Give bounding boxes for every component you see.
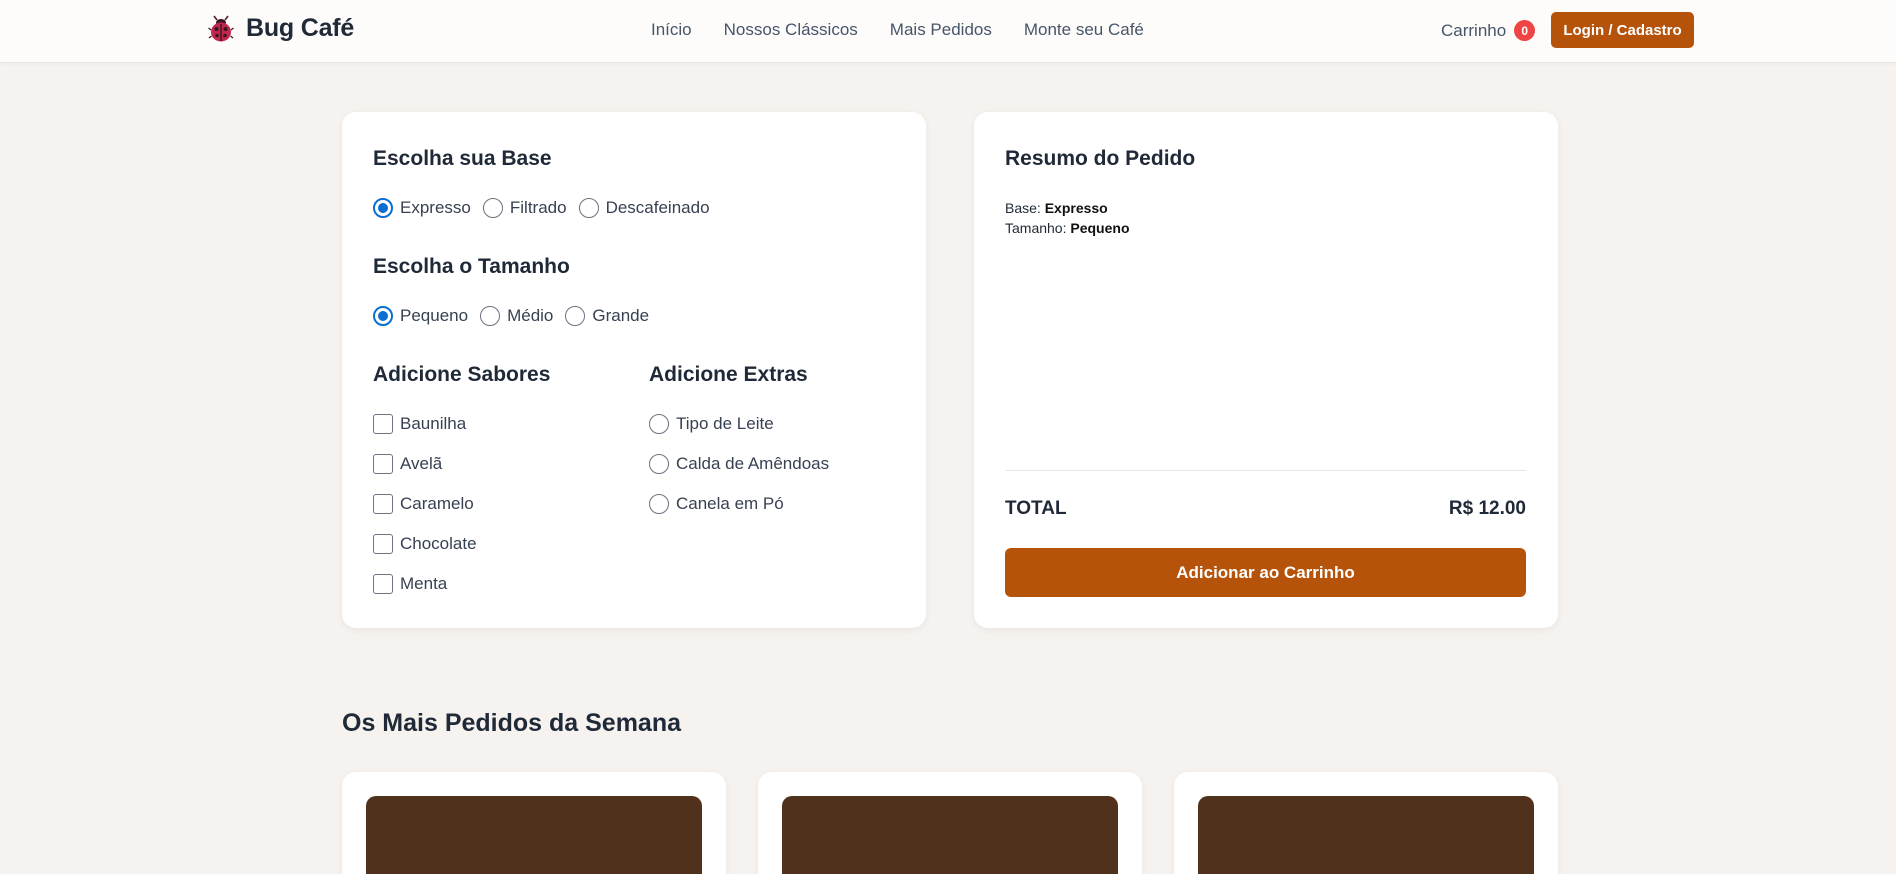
nav-mais-pedidos[interactable]: Mais Pedidos (890, 20, 992, 40)
product-image (782, 796, 1118, 874)
summary-base-label: Base: (1005, 200, 1041, 216)
checkbox-menta[interactable] (373, 574, 393, 594)
cart-link[interactable]: Carrinho 0 (1441, 20, 1536, 41)
option-label: Caramelo (400, 494, 474, 513)
option-label: Médio (507, 306, 554, 325)
option-label: Menta (400, 574, 448, 593)
radio-filtrado[interactable] (482, 198, 503, 218)
summary-divider (1005, 470, 1526, 471)
product-card[interactable] (758, 772, 1142, 874)
checkbox-chocolate[interactable] (373, 534, 393, 554)
product-card[interactable] (1174, 772, 1558, 874)
popular-section-title: Os Mais Pedidos da Semana (342, 709, 682, 737)
radio-descafeinado[interactable] (578, 198, 599, 218)
order-summary-card: Resumo do Pedido Base: Expresso Tamanho:… (974, 112, 1558, 628)
flavor-menta[interactable]: Menta (373, 574, 477, 594)
brand[interactable]: Bug Café (208, 14, 354, 43)
option-label: Grande (592, 306, 650, 325)
cart-count-badge: 0 (1514, 20, 1536, 41)
checkbox-avela[interactable] (373, 454, 393, 474)
radio-canela-em-po[interactable] (649, 494, 669, 514)
total-value: R$ 12.00 (1448, 498, 1526, 519)
extra-tipo-de-leite[interactable]: Tipo de Leite (649, 414, 829, 434)
size-option-medio[interactable]: Médio (480, 306, 553, 326)
option-label: Expresso (400, 198, 471, 217)
extras-list: Tipo de Leite Calda de Amêndoas Canela e… (649, 414, 829, 534)
radio-pequeno[interactable] (373, 306, 393, 326)
nav-inicio[interactable]: Início (651, 20, 692, 40)
size-title: Escolha o Tamanho (373, 255, 570, 278)
radio-expresso[interactable] (373, 198, 393, 218)
login-signup-button[interactable]: Login / Cadastro (1551, 12, 1694, 48)
option-label: Canela em Pó (676, 494, 784, 513)
summary-details: Base: Expresso Tamanho: Pequeno (1005, 198, 1130, 238)
nav-monte-seu-cafe[interactable]: Monte seu Café (1024, 20, 1144, 40)
summary-base-value: Expresso (1044, 200, 1108, 216)
flavors-title: Adicione Sabores (373, 363, 551, 386)
flavor-chocolate[interactable]: Chocolate (373, 534, 477, 554)
option-label: Tipo de Leite (676, 414, 774, 433)
product-image (1198, 796, 1534, 874)
base-option-expresso[interactable]: Expresso (373, 198, 471, 218)
option-label: Calda de Amêndoas (676, 454, 830, 473)
brand-name: Bug Café (246, 14, 355, 42)
size-option-pequeno[interactable]: Pequeno (373, 306, 468, 326)
summary-base-line: Base: Expresso (1005, 198, 1130, 218)
ladybug-icon (208, 15, 234, 41)
radio-tipo-de-leite[interactable] (649, 414, 669, 434)
site-header: Bug Café Início Nossos Clássicos Mais Pe… (0, 0, 1896, 63)
option-label: Chocolate (400, 534, 477, 553)
total-label: TOTAL (1005, 498, 1067, 519)
flavor-baunilha[interactable]: Baunilha (373, 414, 477, 434)
option-label: Baunilha (400, 414, 467, 433)
product-image (366, 796, 702, 874)
base-option-filtrado[interactable]: Filtrado (482, 198, 567, 218)
add-to-cart-button[interactable]: Adicionar ao Carrinho (1005, 548, 1526, 597)
size-option-grande[interactable]: Grande (565, 306, 649, 326)
main-nav: Início Nossos Clássicos Mais Pedidos Mon… (651, 20, 1144, 40)
flavor-avela[interactable]: Avelã (373, 454, 477, 474)
size-options: Pequeno Médio Grande (373, 306, 661, 326)
extra-canela-em-po[interactable]: Canela em Pó (649, 494, 829, 514)
base-option-descafeinado[interactable]: Descafeinado (578, 198, 710, 218)
checkbox-caramelo[interactable] (373, 494, 393, 514)
radio-calda-de-amendoas[interactable] (649, 454, 669, 474)
base-title: Escolha sua Base (373, 147, 552, 170)
checkbox-baunilha[interactable] (373, 414, 393, 434)
extras-title: Adicione Extras (649, 363, 808, 386)
flavors-list: Baunilha Avelã Caramelo Chocolate Menta (373, 414, 477, 614)
summary-size-label: Tamanho: (1005, 220, 1067, 236)
coffee-builder-card: Escolha sua Base Expresso Filtrado Desca… (342, 112, 926, 628)
option-label: Pequeno (400, 306, 469, 325)
cart-label: Carrinho (1441, 20, 1507, 40)
summary-size-value: Pequeno (1070, 220, 1130, 236)
summary-size-line: Tamanho: Pequeno (1005, 218, 1130, 238)
option-label: Filtrado (509, 198, 567, 217)
radio-medio[interactable] (480, 306, 501, 326)
option-label: Descafeinado (605, 198, 710, 217)
product-card[interactable] (342, 772, 726, 874)
flavor-caramelo[interactable]: Caramelo (373, 494, 477, 514)
summary-title: Resumo do Pedido (1005, 147, 1196, 170)
radio-grande[interactable] (565, 306, 586, 326)
nav-nossos-classicos[interactable]: Nossos Clássicos (724, 20, 858, 40)
option-label: Avelã (400, 454, 443, 473)
extra-calda-de-amendoas[interactable]: Calda de Amêndoas (649, 454, 829, 474)
base-options: Expresso Filtrado Descafeinado (373, 198, 722, 218)
